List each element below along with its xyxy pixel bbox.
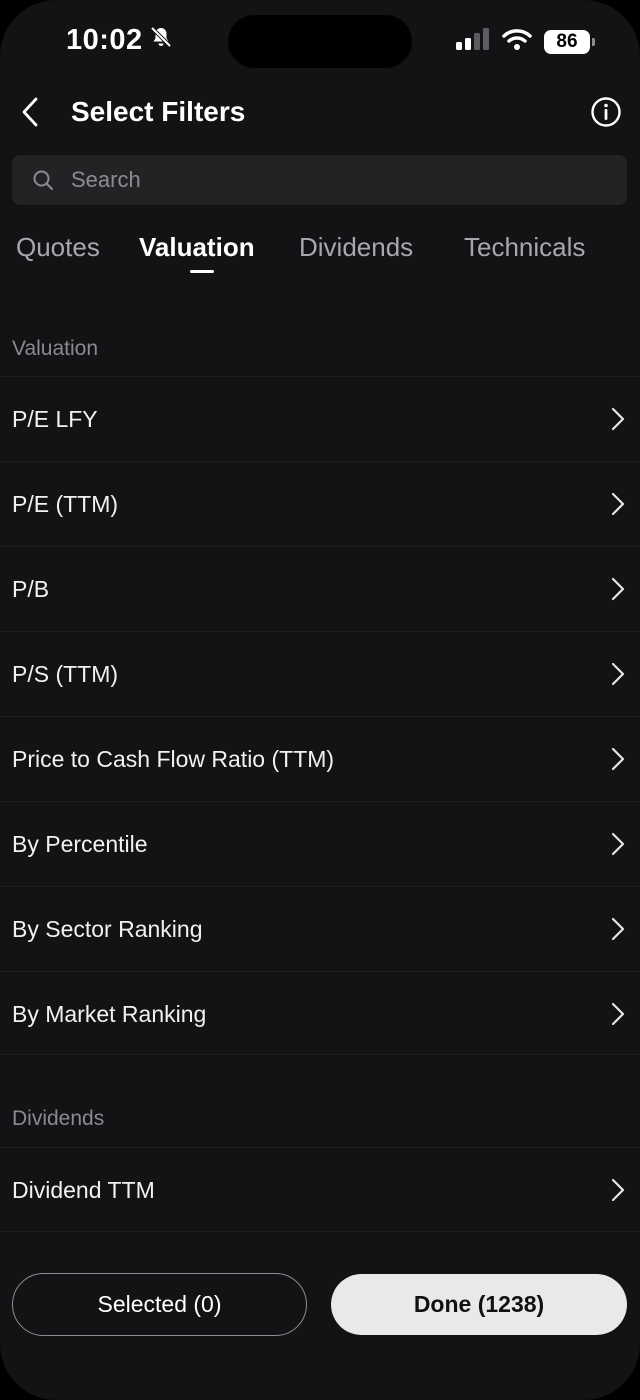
back-button[interactable]	[8, 90, 52, 134]
tab-valuation[interactable]: Valuation	[139, 232, 255, 263]
filter-label: By Sector Ranking	[12, 915, 203, 942]
filter-row-dividend-ttm[interactable]: Dividend TTM	[0, 1147, 640, 1232]
time-text: 10:02	[66, 24, 143, 56]
filter-label: By Percentile	[12, 830, 148, 857]
list-divider	[0, 1231, 640, 1232]
filter-label: Dividend TTM	[12, 1176, 155, 1203]
wifi-icon	[502, 28, 532, 55]
dynamic-island	[228, 15, 412, 68]
chevron-right-icon	[610, 832, 626, 856]
cellular-signal-icon	[456, 28, 490, 55]
chevron-right-icon	[610, 1178, 626, 1202]
chevron-right-icon	[610, 747, 626, 771]
filter-row-by-sector-ranking[interactable]: By Sector Ranking	[0, 886, 640, 971]
tab-technicals[interactable]: Technicals	[464, 232, 585, 263]
filter-label: P/S (TTM)	[12, 660, 119, 687]
section-header-valuation: Valuation	[12, 337, 99, 360]
tab-dividends[interactable]: Dividends	[299, 232, 413, 263]
filter-row-by-percentile[interactable]: By Percentile	[0, 801, 640, 886]
battery-icon: 86	[544, 29, 595, 54]
filter-row-by-market-ranking[interactable]: By Market Ranking	[0, 971, 640, 1056]
category-tabs: Quotes Valuation Dividends Technicals	[0, 232, 640, 280]
bell-slash-icon	[149, 24, 173, 57]
page-title: Select Filters	[71, 96, 246, 127]
chevron-right-icon	[610, 917, 626, 941]
back-chevron-icon	[22, 97, 38, 127]
filter-label: Price to Cash Flow Ratio (TTM)	[12, 745, 335, 772]
section-header-dividends: Dividends	[12, 1107, 105, 1130]
chevron-right-icon	[610, 407, 626, 431]
status-time: 10:02	[66, 24, 173, 57]
done-button[interactable]: Done (1238)	[331, 1274, 627, 1335]
filter-row-pb[interactable]: P/B	[0, 546, 640, 631]
list-divider	[0, 1054, 640, 1055]
tab-quotes[interactable]: Quotes	[16, 232, 100, 263]
filter-label: P/E (TTM)	[12, 490, 119, 517]
search-icon	[31, 168, 55, 192]
chevron-right-icon	[610, 662, 626, 686]
info-button[interactable]	[586, 92, 626, 132]
filter-row-price-cash-flow[interactable]: Price to Cash Flow Ratio (TTM)	[0, 716, 640, 801]
battery-level: 86	[556, 30, 578, 52]
search-input[interactable]	[71, 160, 627, 200]
chevron-right-icon	[610, 492, 626, 516]
search-bar[interactable]	[12, 155, 627, 205]
selected-button[interactable]: Selected (0)	[12, 1273, 307, 1336]
app-screen: 10:02 86 Select Filters Search Quotes Va…	[0, 0, 640, 1400]
chevron-right-icon	[610, 577, 626, 601]
nav-header: Select Filters	[0, 84, 640, 140]
filter-label: By Market Ranking	[12, 1000, 207, 1027]
chevron-right-icon	[610, 1002, 626, 1026]
filter-row-pe-lfy[interactable]: P/E LFY	[0, 376, 640, 461]
filter-label: P/B	[12, 575, 50, 602]
filter-row-pe-ttm[interactable]: P/E (TTM)	[0, 461, 640, 546]
status-bar: 10:02 86	[0, 0, 640, 84]
filter-label: P/E LFY	[12, 405, 98, 432]
info-icon	[591, 97, 621, 127]
filter-row-ps-ttm[interactable]: P/S (TTM)	[0, 631, 640, 716]
active-tab-indicator	[190, 270, 214, 273]
status-indicators: 86	[456, 28, 595, 55]
